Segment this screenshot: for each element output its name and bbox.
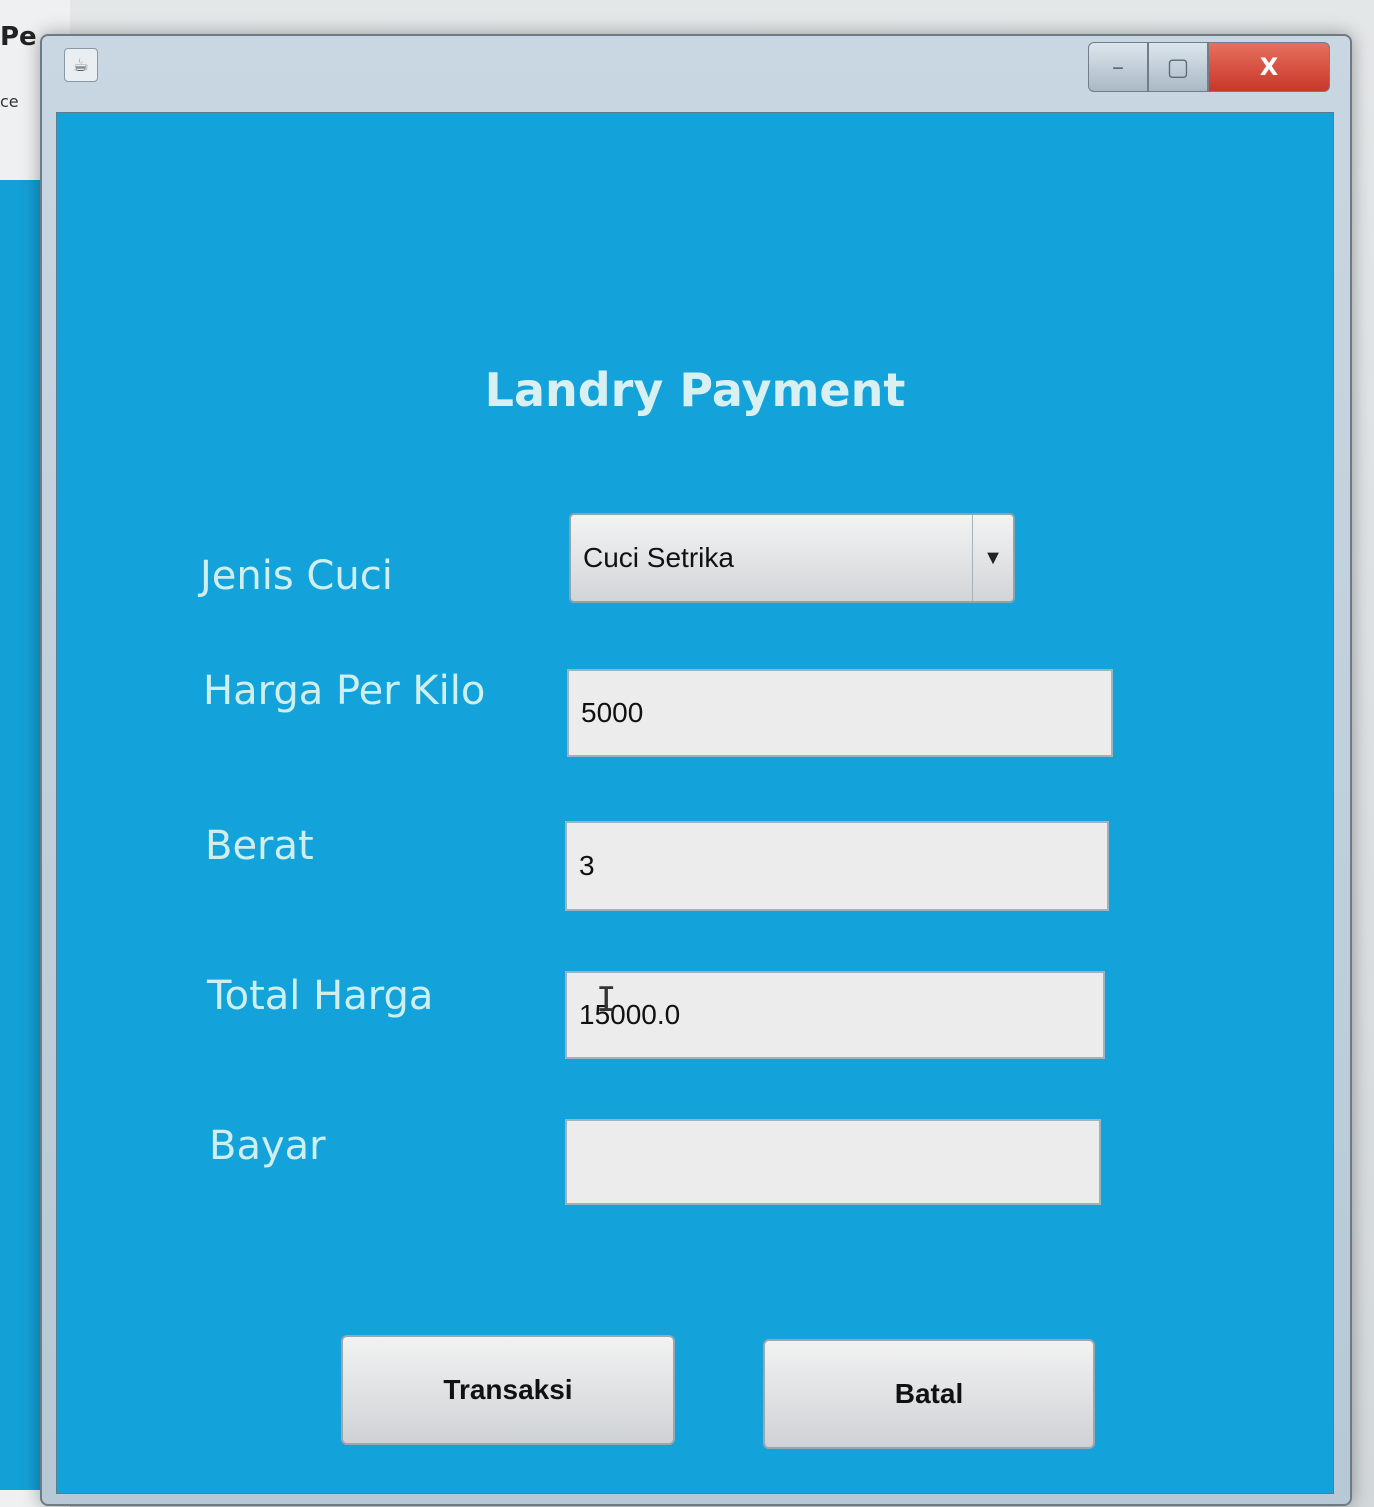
i-beam-cursor-icon: I bbox=[596, 980, 617, 1020]
berat-input[interactable]: 3 bbox=[565, 821, 1109, 911]
jenis-cuci-value: Cuci Setrika bbox=[583, 542, 734, 573]
window-titlebar[interactable]: ☕ – ▢ X bbox=[42, 36, 1350, 114]
desktop: Pe ce ☕ – ▢ X Landry Payment Jenis Cuci … bbox=[0, 0, 1374, 1507]
total-harga-input[interactable]: 15000.0 bbox=[565, 971, 1105, 1059]
background-window-menu: ce bbox=[0, 92, 19, 111]
total-harga-label: Total Harga bbox=[207, 973, 434, 1019]
window-controls: – ▢ X bbox=[1088, 42, 1330, 92]
bayar-label: Bayar bbox=[209, 1123, 326, 1169]
minimize-button[interactable]: – bbox=[1088, 42, 1148, 92]
maximize-button[interactable]: ▢ bbox=[1148, 42, 1208, 92]
harga-per-kilo-label: Harga Per Kilo bbox=[203, 668, 486, 714]
close-button[interactable]: X bbox=[1208, 42, 1330, 92]
transaksi-button[interactable]: Transaksi bbox=[341, 1335, 675, 1445]
java-app-icon[interactable]: ☕ bbox=[64, 48, 98, 82]
berat-label: Berat bbox=[205, 823, 314, 869]
jenis-cuci-select[interactable]: Cuci Setrika ▼ bbox=[569, 513, 1015, 603]
form-panel: Landry Payment Jenis Cuci Cuci Setrika ▼… bbox=[56, 112, 1334, 1494]
chevron-down-icon[interactable]: ▼ bbox=[972, 515, 1013, 601]
harga-per-kilo-input[interactable]: 5000 bbox=[567, 669, 1113, 757]
jenis-cuci-label: Jenis Cuci bbox=[200, 553, 393, 599]
laundry-payment-window: ☕ – ▢ X Landry Payment Jenis Cuci Cuci S… bbox=[40, 34, 1352, 1506]
bayar-input[interactable] bbox=[565, 1119, 1101, 1205]
background-window-title: Pe bbox=[0, 22, 37, 52]
form-title: Landry Payment bbox=[484, 363, 906, 417]
batal-button[interactable]: Batal bbox=[763, 1339, 1095, 1449]
